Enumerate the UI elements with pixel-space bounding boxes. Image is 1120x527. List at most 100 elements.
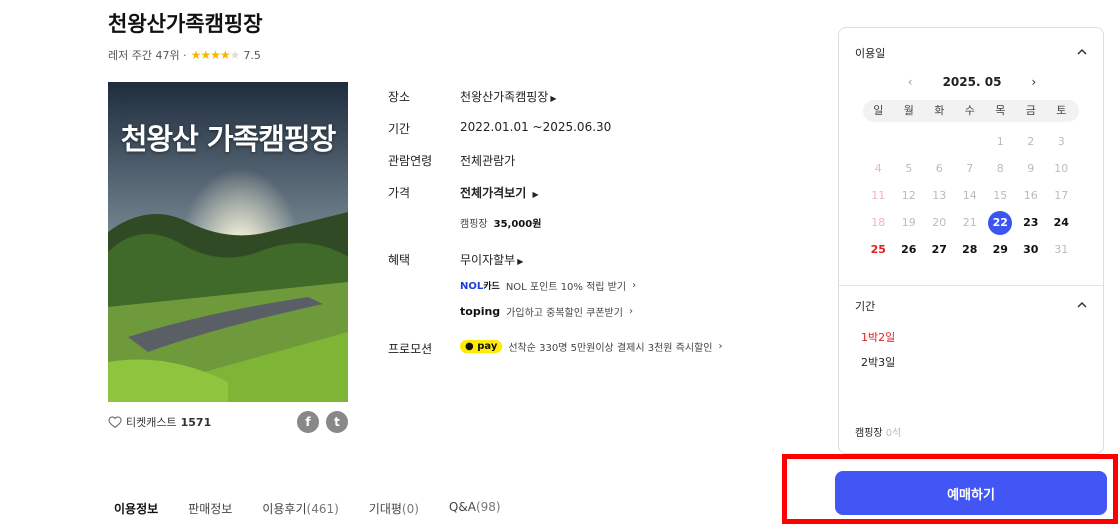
benefit-label: 혜택 — [388, 253, 411, 267]
calendar-day: 31 — [1054, 243, 1069, 256]
calendar-grid: 1 2 3 4 5 6 7 8 9 10 11 12 13 14 15 16 17 18 19 20 21 22 23 24 2… — [863, 128, 1079, 263]
calendar-empty — [955, 128, 986, 155]
calendar-day[interactable]: 29 — [985, 236, 1016, 263]
promo-label: 프로모션 — [388, 342, 433, 356]
facebook-icon[interactable]: f — [297, 411, 319, 433]
seat-label: 캠핑장 — [855, 428, 883, 439]
calendar-day[interactable]: 25 — [863, 236, 894, 263]
benefit-value: 무이자할부 — [460, 253, 516, 267]
period-label: 기간 — [388, 122, 411, 136]
tab-3[interactable]: 이용후기(461) — [262, 500, 338, 517]
place-link[interactable]: 천왕산가족캠핑장 ▶ — [460, 88, 556, 105]
calendar-empty — [863, 128, 894, 155]
weekday-label: 수 — [964, 104, 975, 117]
tab-label: Q&A — [448, 500, 476, 514]
calendar-day[interactable]: 26 — [894, 236, 925, 263]
calendar-week: 25 26 27 28 29 30 31 — [863, 236, 1079, 263]
nol-benefit[interactable]: NOL카드 NOL 포인트 10% 적립 받기 › — [460, 278, 636, 293]
month-navigation: ‹ 2025. 05 › — [839, 75, 1103, 89]
star-filled-icon: ★ — [219, 48, 231, 62]
tab-count: (461) — [306, 502, 339, 516]
calendar-day[interactable]: 27 — [924, 236, 955, 263]
calendar-day: 7 — [966, 162, 974, 175]
toping-benefit[interactable]: toping 가입하고 중복할인 쿠폰받기 › — [460, 304, 633, 319]
calendar-day: 18 — [871, 216, 886, 229]
poster-image: 천왕산 가족캠핑장 — [108, 82, 348, 402]
nol-card: 카드 — [483, 282, 500, 292]
star-empty-icon: ★ — [229, 48, 241, 62]
toping-text: 가입하고 중복할인 쿠폰받기 — [506, 308, 623, 319]
weekday-label: 토 — [1056, 104, 1067, 117]
caret-right-icon: ▶ — [517, 257, 524, 266]
tab-1[interactable]: 이용정보 — [114, 500, 158, 517]
benefit-link[interactable]: 무이자할부 ▶ — [460, 251, 523, 268]
weekday-label: 일 — [873, 104, 884, 117]
weekday-header: 일월화수목금토 — [863, 100, 1079, 122]
tab-2[interactable]: 판매정보 — [188, 500, 232, 517]
chevron-up-icon[interactable] — [1077, 47, 1087, 57]
tab-5[interactable]: Q&A(98) — [449, 500, 501, 517]
price-all-text: 전체가격보기 — [460, 186, 527, 200]
star-filled-icon: ★ — [210, 48, 221, 62]
page-title: 천왕산가족캠핑장 — [108, 12, 263, 36]
star-rating: ★★★★★ — [190, 48, 241, 62]
calendar-week: 1 2 3 — [863, 128, 1079, 155]
twitter-icon[interactable]: t — [326, 411, 348, 433]
calendar-day: 4 — [874, 162, 882, 175]
next-month-button[interactable]: › — [1031, 75, 1036, 89]
calendar-day: 10 — [1054, 162, 1069, 175]
weekday-label: 금 — [1025, 104, 1036, 117]
calendar-day: 17 — [1054, 189, 1069, 202]
calendar-day: 3 — [1057, 135, 1065, 148]
wishlist-button[interactable]: 티켓캐스트 1571 — [108, 414, 211, 430]
age-label: 관람연령 — [388, 154, 433, 168]
chevron-up-icon[interactable] — [1077, 300, 1087, 310]
period-section-header: 기간 — [855, 300, 876, 313]
book-button[interactable]: 예매하기 — [835, 471, 1107, 515]
toping-logo: toping — [460, 305, 501, 318]
calendar-day[interactable]: 23 — [1016, 209, 1047, 236]
star-filled-icon: ★ — [190, 48, 202, 62]
pay-brand: pay — [477, 341, 498, 352]
wishlist-count: 1571 — [180, 415, 212, 429]
weekday-label: 화 — [934, 104, 945, 117]
rank-rating-row: 레저 주간 47위 · ★★★★★ 7.5 — [108, 47, 261, 63]
tab-label: 이용정보 — [114, 502, 159, 516]
calendar-day[interactable]: 30 — [1016, 236, 1047, 263]
booking-sidebar: 이용일 ‹ 2025. 05 › 일월화수목금토 1 2 3 4 5 6 7 8 9 10 11 12… — [838, 27, 1104, 454]
calendar-day: 8 — [996, 162, 1004, 175]
promo-text: 선착순 330명 5만원이상 결제시 3천원 즉시할인 — [508, 343, 713, 354]
calendar-week: 18 19 20 21 22 23 24 — [863, 209, 1079, 236]
calendar-day: 21 — [962, 216, 977, 229]
calendar-day: 20 — [932, 216, 947, 229]
tab-4[interactable]: 기대평(0) — [369, 500, 419, 517]
calendar-day[interactable]: 24 — [1046, 209, 1077, 236]
tab-label: 기대평 — [368, 502, 402, 516]
nol-logo: NOL카드 — [460, 279, 500, 292]
current-month: 2025. 05 — [942, 75, 1002, 89]
price-all-link[interactable]: 전체가격보기 ▶ — [460, 184, 539, 201]
calendar-day: 11 — [871, 189, 886, 202]
calendar-day: 13 — [932, 189, 947, 202]
rating-value: 7.5 — [243, 48, 261, 62]
weekday-label: 목 — [995, 104, 1006, 117]
age-value: 전체관람가 — [460, 154, 516, 168]
option-1night[interactable]: 1박2일 — [861, 329, 895, 345]
calendar-day[interactable]: 28 — [955, 236, 986, 263]
star-filled-icon: ★ — [200, 48, 211, 62]
chevron-right-icon: › — [632, 280, 637, 291]
calendar-day: 15 — [993, 189, 1008, 202]
calendar-week: 4 5 6 7 8 9 10 — [863, 155, 1079, 182]
promo-link[interactable]: ● pay 선착순 330명 5만원이상 결제시 3천원 즉시할인 › — [460, 339, 722, 354]
tab-count: (0) — [401, 502, 419, 516]
calendar-empty — [894, 128, 925, 155]
prev-month-button[interactable]: ‹ — [908, 75, 913, 89]
calendar-day[interactable]: 22 — [985, 209, 1016, 236]
option-2nights[interactable]: 2박3일 — [861, 354, 895, 370]
kakaopay-logo: ● pay — [460, 340, 503, 353]
divider — [839, 285, 1103, 286]
tab-count: (98) — [475, 500, 501, 514]
tab-label: 판매정보 — [188, 502, 233, 516]
chevron-right-icon: › — [628, 306, 633, 317]
place-value: 천왕산가족캠핑장 — [460, 90, 549, 104]
